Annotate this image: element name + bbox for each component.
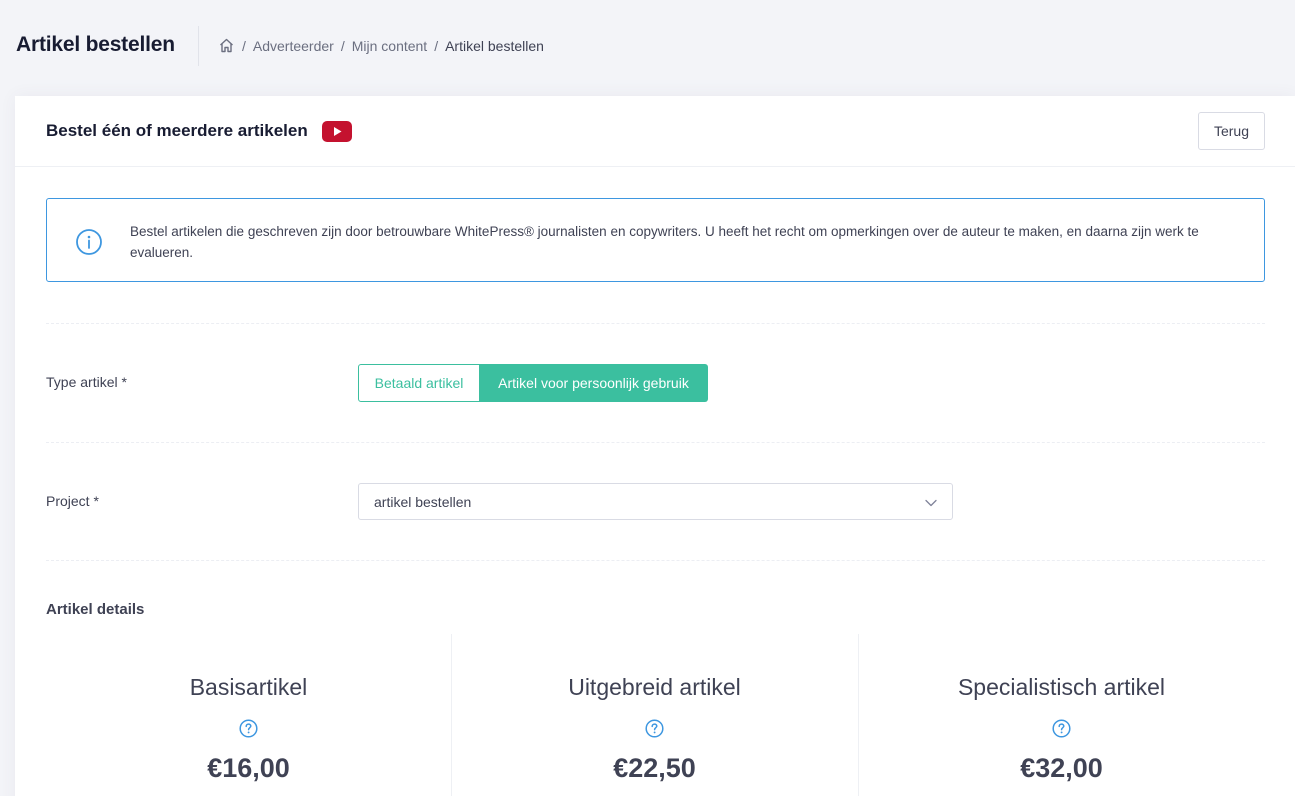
project-label: Project *: [46, 493, 99, 509]
page-title: Artikel bestellen: [16, 33, 175, 56]
article-type-toggle: Betaald artikel Artikel voor persoonlijk…: [358, 364, 708, 402]
breadcrumb-separator: /: [434, 37, 439, 54]
back-button[interactable]: Terug: [1198, 112, 1265, 150]
info-text: Bestel artikelen die geschreven zijn doo…: [130, 224, 1199, 260]
help-icon[interactable]: [239, 719, 258, 738]
article-details-title: Artikel details: [46, 601, 145, 618]
breadcrumb-item-current: Artikel bestellen: [445, 37, 544, 54]
title-divider: [198, 26, 199, 66]
plan-name: Uitgebreid artikel: [568, 674, 741, 700]
breadcrumb-item-adverteerder[interactable]: Adverteerder: [253, 38, 334, 54]
plan-price: €16,00: [207, 753, 290, 783]
plan-specialist[interactable]: Specialistisch artikel €32,00: [859, 674, 1264, 784]
card-title: Bestel één of meerdere artikelen: [46, 121, 308, 140]
project-select[interactable]: artikel bestellen: [358, 483, 953, 520]
breadcrumb-item-mijn-content[interactable]: Mijn content: [352, 38, 427, 54]
plan-extended[interactable]: Uitgebreid artikel €22,50: [452, 674, 857, 784]
plan-basic[interactable]: Basisartikel €16,00: [46, 674, 451, 784]
info-alert: Bestel artikelen die geschreven zijn doo…: [46, 198, 1265, 282]
youtube-icon[interactable]: [322, 121, 352, 142]
home-icon[interactable]: [218, 37, 235, 54]
plan-name: Specialistisch artikel: [957, 674, 1166, 700]
breadcrumb-separator: /: [340, 37, 345, 54]
breadcrumb-separator: /: [242, 37, 246, 54]
divider: [46, 323, 1265, 324]
plan-name: Basisartikel: [189, 674, 308, 700]
divider: [46, 442, 1265, 443]
order-card: Bestel één of meerdere artikelen Terug B…: [15, 96, 1295, 796]
toggle-personal-article[interactable]: Artikel voor persoonlijk gebruik: [480, 364, 708, 402]
plan-price: €32,00: [1020, 753, 1103, 783]
divider: [46, 560, 1265, 561]
plan-price: €22,50: [613, 753, 696, 783]
info-icon: [75, 228, 103, 256]
chevron-down-icon: [924, 496, 938, 508]
help-icon[interactable]: [645, 719, 664, 738]
card-header: Bestel één of meerdere artikelen Terug: [15, 96, 1295, 167]
top-bar: Artikel bestellen / Adverteerder / Mijn …: [0, 0, 1295, 94]
type-label: Type artikel *: [46, 374, 127, 390]
breadcrumb: / Adverteerder / Mijn content / Artikel …: [218, 37, 544, 54]
toggle-paid-article[interactable]: Betaald artikel: [358, 364, 480, 402]
project-select-value: artikel bestellen: [374, 494, 472, 510]
help-icon[interactable]: [1052, 719, 1071, 738]
